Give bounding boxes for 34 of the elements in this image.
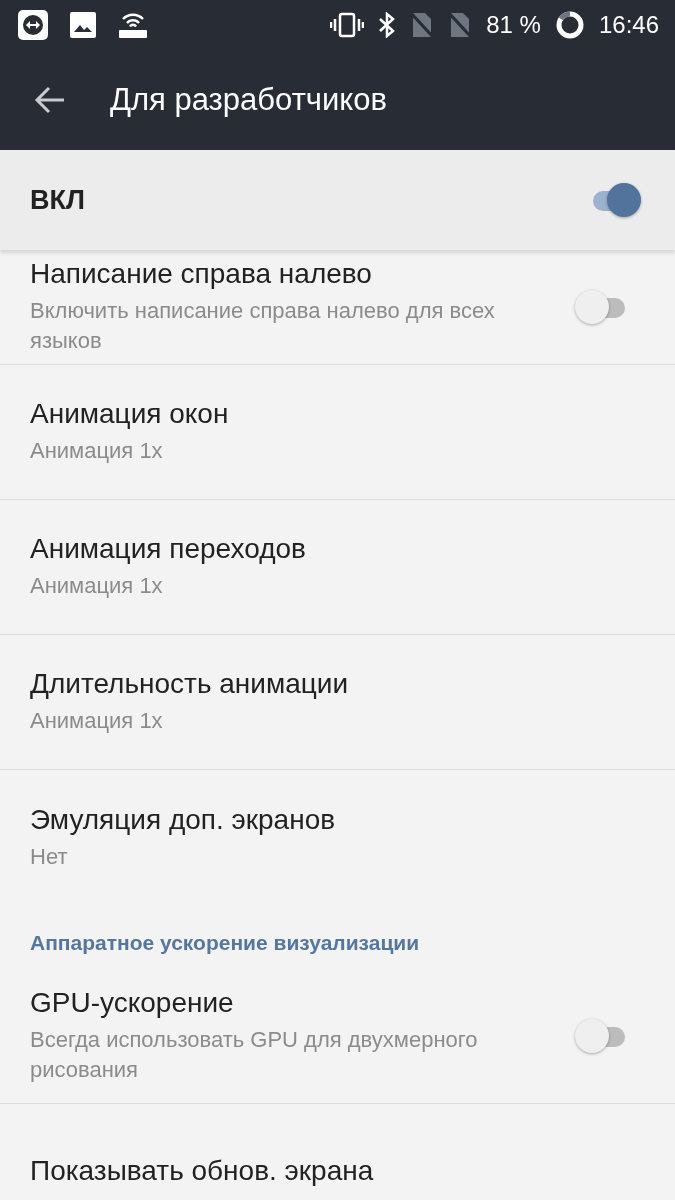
toggle-switch[interactable] [575, 1019, 625, 1053]
setting-summary: Анимация 1x [30, 707, 164, 736]
setting-row[interactable]: Эмуляция доп. экранов Нет [0, 770, 675, 905]
clock: 16:46 [598, 11, 659, 39]
battery-percent: 81 % [486, 11, 541, 39]
setting-title: Длительность анимации [30, 668, 350, 701]
setting-summary: Нет [30, 842, 69, 871]
router-icon [118, 11, 148, 39]
setting-row[interactable]: Анимация окон Анимация 1x [0, 365, 675, 500]
setting-title: Эмуляция доп. экранов [30, 803, 337, 836]
setting-row[interactable]: GPU-ускорение Всегда использовать GPU для двухмерного рисования [0, 969, 675, 1104]
setting-title: GPU-ускорение [30, 987, 235, 1020]
setting-row[interactable]: Анимация переходов Анимация 1x [0, 500, 675, 635]
battery-ring-icon [554, 10, 585, 40]
setting-row[interactable]: Показывать обнов. экрана [0, 1104, 675, 1200]
vibrate-icon [330, 12, 365, 38]
setting-title: Анимация переходов [30, 533, 307, 566]
section-header: Аппаратное ускорение визуализации [29, 930, 421, 956]
setting-summary: Включить написание справа налево для всех языков [30, 297, 496, 355]
setting-summary: Всегда использовать GPU для двухмерного рисования [30, 1026, 479, 1084]
switch-label: ВКЛ [30, 184, 85, 216]
setting-summary: Анимация 1x [30, 437, 164, 466]
setting-summary: Анимация 1x [30, 572, 164, 601]
image-icon [70, 12, 96, 38]
remote-app-icon [18, 10, 48, 40]
screen-title: Для разработчиков [110, 82, 387, 118]
toggle-switch[interactable] [575, 290, 625, 324]
setting-row[interactable]: Написание справа налево Включить написание справа налево для всех языков [0, 250, 675, 365]
bluetooth-icon [378, 12, 397, 38]
setting-title: Написание справа налево [30, 258, 373, 291]
back-arrow-icon[interactable] [34, 86, 66, 114]
setting-title: Показывать обнов. экрана [30, 1155, 375, 1187]
setting-row[interactable]: Длительность анимации Анимация 1x [0, 635, 675, 770]
setting-title: Анимация окон [30, 398, 230, 431]
